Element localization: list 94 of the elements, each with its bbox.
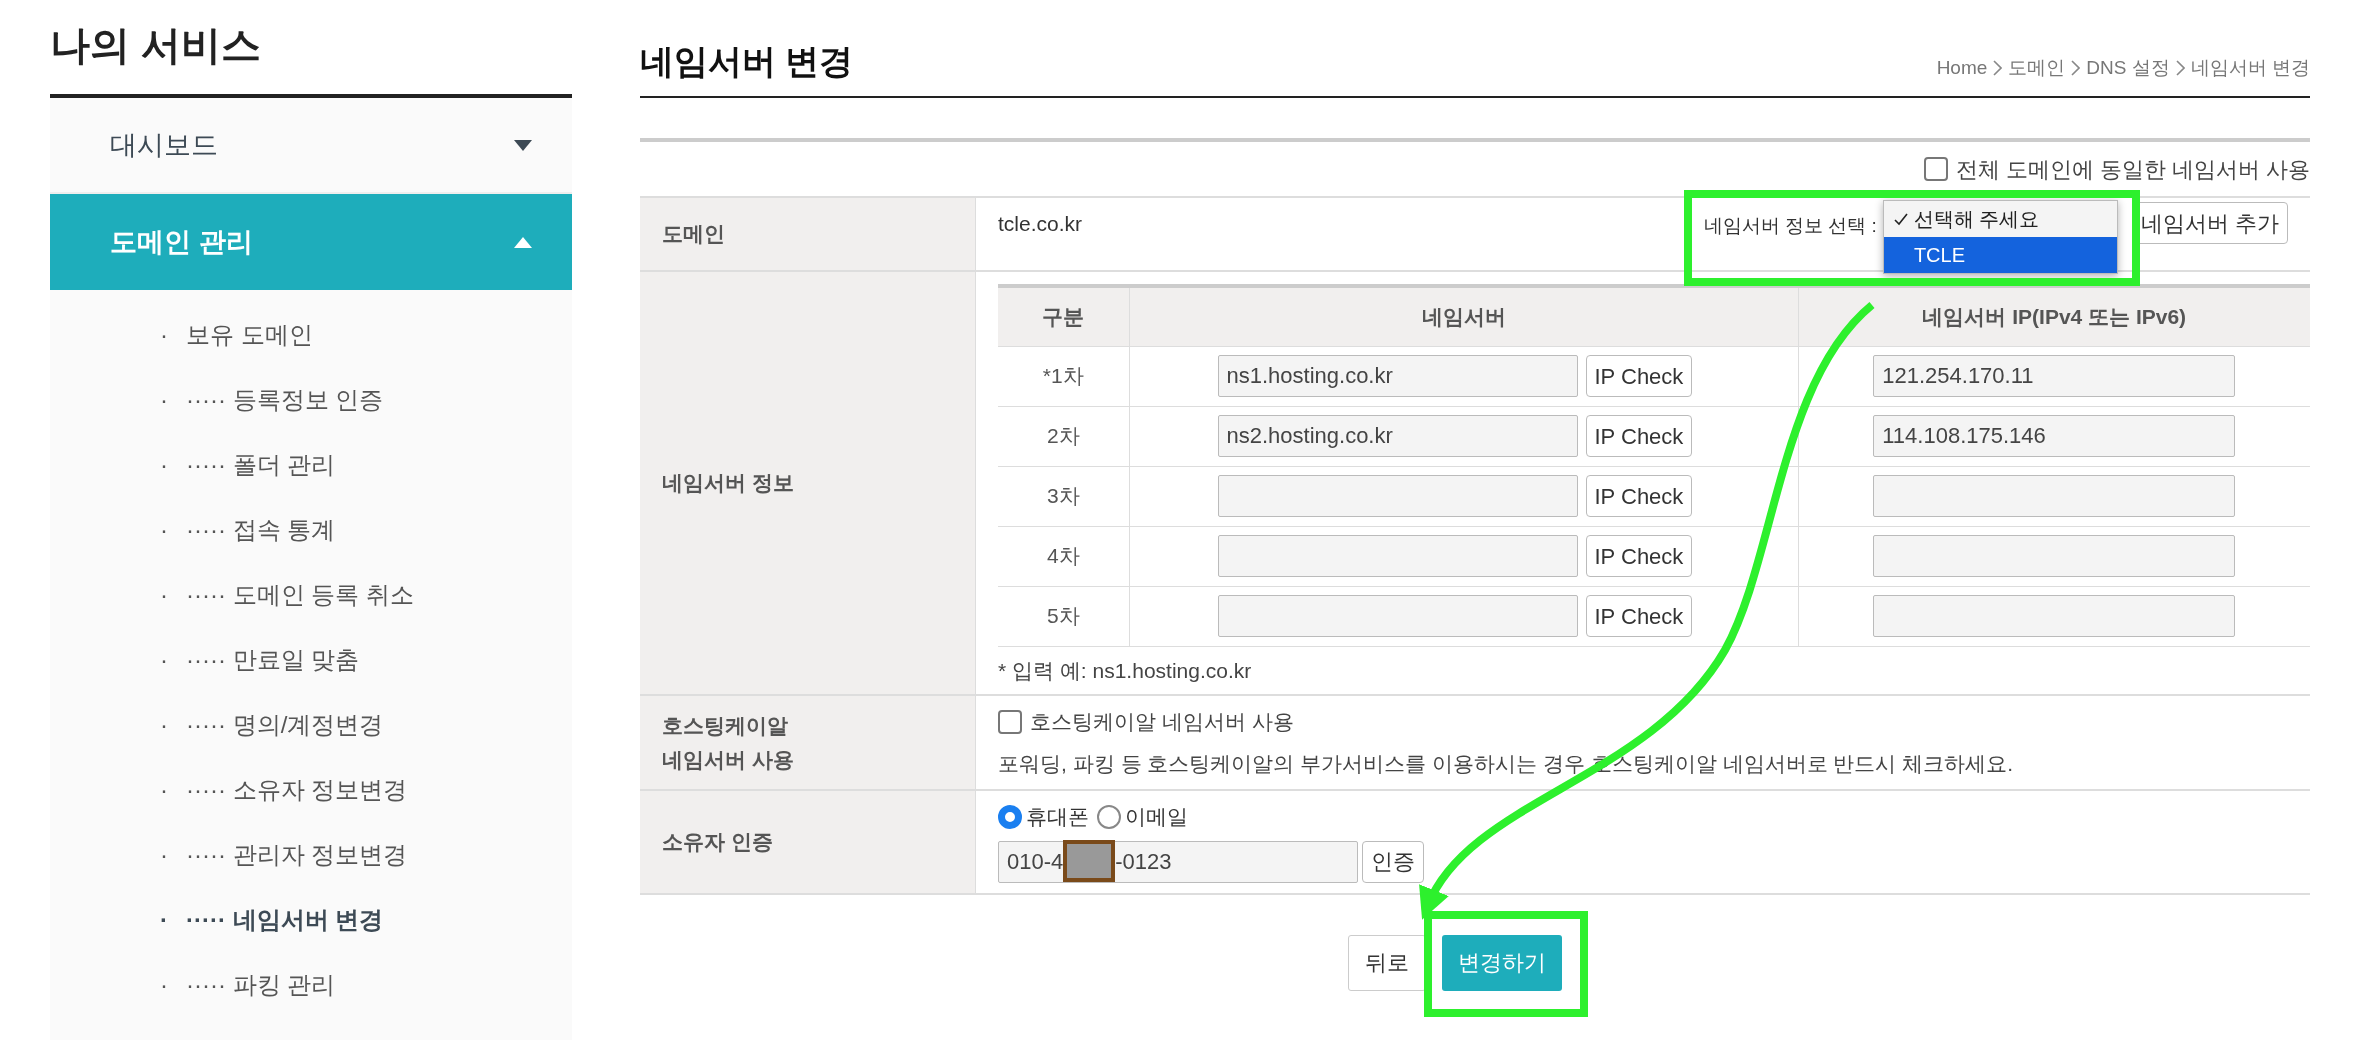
submenu-label: ····· 관리자 정보변경 [186, 839, 408, 870]
menu-label: 대시보드 [110, 128, 218, 162]
checkbox-label: 호스팅케이알 네임서버 사용 [1030, 709, 1294, 735]
order-cell: 4차 [998, 526, 1129, 586]
caret-down-icon [514, 139, 532, 151]
note-text: * 입력 예: ns1.hosting.co.kr [998, 657, 1253, 684]
input-field[interactable]: ns1.hosting.co.kr [1217, 355, 1578, 397]
input-field[interactable] [1217, 535, 1578, 577]
ip-check-button[interactable]: IP Check [1585, 475, 1693, 517]
order-cell: 5차 [998, 586, 1129, 646]
submenu-label: ····· 만료일 맞춤 [186, 644, 360, 675]
field-label: 도메인 [640, 198, 976, 270]
chevron-right-icon [2175, 59, 2185, 76]
submenu-label: ····· 파킹 관리 [186, 969, 336, 1000]
breadcrumb-link[interactable]: 도메인 [2008, 53, 2066, 82]
breadcrumb-link[interactable]: DNS 설정 [2086, 53, 2170, 82]
ip-check-button[interactable]: IP Check [1585, 535, 1693, 577]
field-label: 호스팅케이알 [662, 712, 788, 739]
menu-label: 도메인 관리 [110, 225, 253, 259]
page-title: 네임서버 변경 [640, 41, 854, 82]
order-cell: 2차 [998, 406, 1129, 466]
submenu-item[interactable]: · ····· 등록정보 인증 [50, 367, 572, 432]
verify-button[interactable]: 인증 [1362, 840, 1424, 883]
bullet-mark: · [160, 969, 168, 1000]
field-text: -0123 [1115, 848, 1172, 876]
submenu-item[interactable]: · ····· 소유자 정보변경 [50, 757, 572, 822]
submenu-label: 보유 도메인 [186, 319, 313, 350]
chevron-right-icon [2071, 59, 2081, 76]
column-header: 구분 [998, 286, 1129, 346]
bullet-mark: · [160, 579, 168, 610]
domain-value: tcle.co.kr [998, 211, 1083, 237]
submenu-item[interactable]: · ····· 네임서버 변경 [50, 887, 572, 952]
input-field[interactable]: 114.108.175.146 [1873, 415, 2236, 457]
field-label: 네임서버 정보 [640, 272, 976, 694]
checkbox[interactable] [1923, 157, 1948, 181]
dropdown-option[interactable]: 선택해 주세요 [1883, 201, 2117, 237]
order-cell: 3차 [998, 466, 1129, 526]
radio-button[interactable] [998, 804, 1022, 829]
menu-header[interactable]: 대시보드 [50, 98, 572, 194]
field-text: 010-4 [1007, 848, 1064, 876]
submenu-item[interactable]: · ····· 만료일 맞춤 [50, 627, 572, 692]
ip-check-button[interactable]: IP Check [1585, 595, 1693, 637]
input-field[interactable] [1217, 475, 1578, 517]
bullet-mark: · [160, 384, 168, 415]
caret-up-icon [514, 236, 532, 248]
input-field[interactable] [1873, 475, 2236, 517]
select-label: 네임서버 정보 선택 : [1703, 213, 1877, 238]
bullet-mark: · [160, 774, 168, 805]
input-field[interactable]: ns2.hosting.co.kr [1217, 415, 1578, 457]
submenu-item[interactable]: · ····· 도메인 등록 취소 [50, 562, 572, 627]
field-label: 소유자 인증 [640, 791, 976, 893]
ip-check-button[interactable]: IP Check [1585, 355, 1693, 397]
input-field[interactable] [1873, 535, 2236, 577]
bullet-mark: · [160, 839, 168, 870]
breadcrumb-link[interactable]: Home [1936, 53, 1988, 82]
back-button[interactable]: 뒤로 [1348, 934, 1426, 991]
checkbox-label: 전체 도메인에 동일한 네임서버 사용 [1955, 155, 2310, 184]
bullet-mark: · [160, 514, 168, 545]
submenu-item[interactable]: · ····· 접속 통계 [50, 497, 572, 562]
checkbox[interactable] [998, 709, 1022, 734]
input-field[interactable]: 121.254.170.11 [1873, 355, 2236, 397]
submenu-item[interactable]: · ····· 명의/계정변경 [50, 692, 572, 757]
order-cell: *1차 [998, 346, 1129, 406]
submenu-label: ····· 등록정보 인증 [186, 384, 384, 415]
column-header: 네임서버 IP(IPv4 또는 IPv6) [1798, 286, 2310, 346]
column-header: 네임서버 [1129, 286, 1798, 346]
submenu-label: ····· 네임서버 변경 [186, 904, 384, 935]
submenu-label: ····· 폴더 관리 [186, 449, 336, 480]
submenu-item[interactable]: · ····· 파킹 관리 [50, 952, 572, 1017]
submenu-label: ····· 명의/계정변경 [186, 709, 384, 740]
radio-label: 휴대폰 [1026, 804, 1089, 830]
submenu-item[interactable]: · 보유 도메인 [50, 302, 572, 367]
input-field[interactable] [1873, 595, 2236, 637]
radio-button[interactable] [1097, 804, 1121, 829]
radio-label: 이메일 [1125, 804, 1188, 830]
submenu-label: ····· 도메인 등록 취소 [186, 579, 414, 610]
field-label: 네임서버 사용 [662, 746, 794, 773]
bullet-mark: · [160, 904, 168, 935]
chevron-right-icon [1993, 59, 2003, 76]
submenu-label: ····· 소유자 정보변경 [186, 774, 408, 805]
submenu-item[interactable]: · ····· 관리자 정보변경 [50, 822, 572, 887]
submenu-item[interactable]: · ····· 폴더 관리 [50, 432, 572, 497]
bullet-mark: · [160, 449, 168, 480]
input-field[interactable] [1217, 595, 1578, 637]
submenu-label: ····· 접속 통계 [186, 514, 336, 545]
bullet-mark: · [160, 644, 168, 675]
ip-check-button[interactable]: IP Check [1585, 415, 1693, 457]
bullet-mark: · [160, 709, 168, 740]
check-icon [1893, 212, 1908, 226]
breadcrumb-link[interactable]: 네임서버 변경 [2190, 53, 2310, 82]
dropdown-menu[interactable]: 선택해 주세요 TCLE [1882, 200, 2118, 274]
dropdown-option[interactable]: TCLE [1883, 237, 2117, 273]
phone-field[interactable]: 010-4 -0123 [998, 840, 1358, 883]
bullet-mark: · [160, 319, 168, 350]
